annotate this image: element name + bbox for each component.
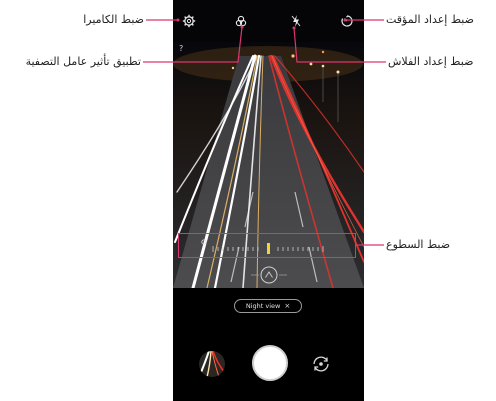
flash-icon[interactable] [289,13,303,27]
camera-screen: ? Night view × [173,0,364,401]
label-brightness: ضبط السطوع [386,238,451,251]
label-filter-effect: تطبيق تأثير عامل التصفية [25,55,141,68]
gallery-thumbnail[interactable] [199,351,225,377]
gear-icon[interactable] [182,13,196,28]
switch-camera-icon[interactable] [309,352,333,376]
camera-top-bar [173,0,364,42]
timer-icon[interactable] [340,13,354,27]
night-view-chip[interactable]: Night view × [234,299,302,313]
label-flash-settings: ضبط إعداد الفلاش [388,55,474,68]
help-hint-icon[interactable]: ? [179,44,189,54]
brightness-highlight [178,233,356,258]
label-camera-settings: ضبط الكاميرا [83,13,144,26]
label-timer-settings: ضبط إعداد المؤقت [386,13,474,26]
camera-controls: Night view × [173,288,364,401]
filter-icon[interactable] [234,13,248,27]
night-view-label: Night view [245,302,281,310]
close-icon[interactable]: × [284,302,290,310]
shutter-button[interactable] [252,345,288,381]
zoom-indicator[interactable] [251,264,287,286]
